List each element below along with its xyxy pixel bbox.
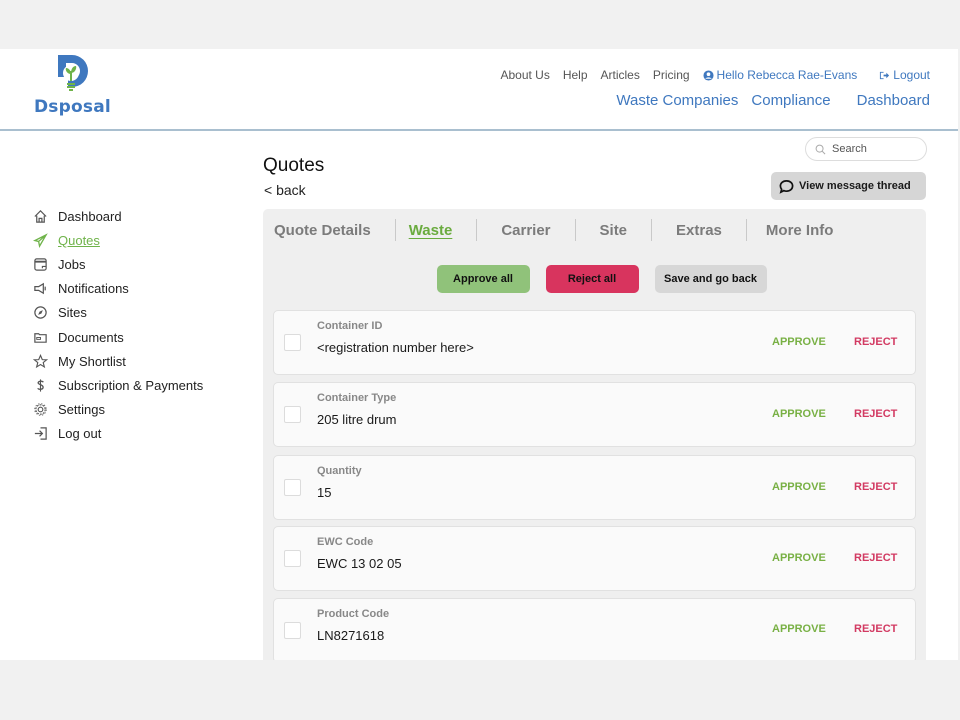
tab-divider — [394, 219, 396, 241]
gear-icon — [32, 402, 48, 418]
folder-icon — [32, 329, 48, 345]
quote-panel: Quote Details Waste Carrier Site Extras … — [263, 209, 926, 660]
field-row-container-id: Container ID <registration number here> … — [273, 310, 916, 375]
user-circle-icon — [703, 69, 714, 81]
approve-button[interactable]: APPROVE — [772, 623, 826, 635]
sidebar-item-quotes[interactable]: Quotes — [32, 228, 232, 252]
sidebar-item-notifications[interactable]: Notifications — [32, 277, 232, 301]
reject-button[interactable]: REJECT — [854, 552, 897, 564]
field-row-container-type: Container Type 205 litre drum APPROVE RE… — [273, 382, 916, 447]
user-menu[interactable]: Hello Rebecca Rae-Evans — [703, 68, 858, 82]
logo-bulb-icon — [58, 55, 88, 91]
field-label: Container Type — [317, 392, 397, 404]
link-articles[interactable]: Articles — [601, 68, 640, 82]
sidebar-item-settings[interactable]: Settings — [32, 398, 232, 422]
field-value: 15 — [317, 485, 332, 500]
reject-button[interactable]: REJECT — [854, 336, 897, 348]
logo-text: Dsposal — [34, 97, 111, 117]
nav-dashboard[interactable]: Dashboard — [857, 92, 930, 109]
page: Dsposal About Us Help Articles Pricing H… — [0, 49, 958, 660]
logout-arrow-icon — [880, 71, 890, 79]
field-value: <registration number here> — [317, 340, 474, 355]
star-icon — [32, 353, 48, 369]
paper-plane-icon — [32, 232, 48, 248]
reject-button[interactable]: REJECT — [854, 623, 897, 635]
approve-all-button[interactable]: Approve all — [436, 265, 530, 293]
sidebar: Dashboard Quotes Jobs Notifications Site… — [32, 204, 232, 446]
row-checkbox[interactable] — [284, 334, 301, 351]
sidebar-item-subscription-payments[interactable]: Subscription & Payments — [32, 373, 232, 397]
field-list: Container ID <registration number here> … — [273, 310, 916, 660]
link-about-us[interactable]: About Us — [500, 68, 549, 82]
link-help[interactable]: Help — [563, 68, 588, 82]
field-value: EWC 13 02 05 — [317, 556, 402, 571]
compass-icon — [32, 305, 48, 321]
sidebar-item-my-shortlist[interactable]: My Shortlist — [32, 349, 232, 373]
approve-button[interactable]: APPROVE — [772, 481, 826, 493]
megaphone-icon — [32, 281, 48, 297]
header-divider — [0, 129, 958, 131]
tab-divider — [745, 219, 747, 241]
row-checkbox[interactable] — [284, 479, 301, 496]
field-row-product-code: Product Code LN8271618 APPROVE REJECT — [273, 598, 916, 660]
back-link[interactable]: < back — [264, 182, 306, 198]
logout-label: Logout — [893, 68, 930, 82]
field-label: EWC Code — [317, 536, 374, 548]
logo[interactable]: Dsposal — [34, 55, 118, 117]
nav-compliance[interactable]: Compliance — [751, 92, 830, 109]
field-label: Quantity — [317, 465, 362, 477]
tab-divider — [574, 219, 576, 241]
tab-site[interactable]: Site — [589, 222, 628, 239]
search-box[interactable] — [805, 137, 927, 161]
sidebar-item-log-out[interactable]: Log out — [32, 422, 232, 446]
sidebar-item-dashboard[interactable]: Dashboard — [32, 204, 232, 228]
sidebar-item-documents[interactable]: Documents — [32, 325, 232, 349]
row-checkbox[interactable] — [284, 622, 301, 639]
tab-more-info[interactable]: More Info — [760, 222, 834, 239]
field-value: LN8271618 — [317, 628, 385, 643]
view-message-thread-button[interactable]: View message thread — [771, 172, 926, 200]
speech-bubble-icon — [779, 179, 794, 194]
logout-link[interactable]: Logout — [879, 68, 930, 82]
message-button-label: View message thread — [799, 180, 911, 192]
tab-carrier[interactable]: Carrier — [490, 222, 550, 239]
tab-bar: Quote Details Waste Carrier Site Extras … — [263, 218, 833, 242]
approve-button[interactable]: APPROVE — [772, 408, 826, 420]
page-title: Quotes — [263, 155, 325, 176]
tab-divider — [476, 219, 478, 241]
reject-button[interactable]: REJECT — [854, 408, 897, 420]
nav-waste-companies[interactable]: Waste Companies — [616, 92, 738, 109]
approve-button[interactable]: APPROVE — [772, 336, 826, 348]
tab-quote-details[interactable]: Quote Details — [263, 222, 371, 239]
reject-all-button[interactable]: Reject all — [545, 265, 639, 293]
home-icon — [32, 208, 48, 224]
header: Dsposal About Us Help Articles Pricing H… — [0, 49, 958, 131]
search-input[interactable] — [832, 143, 912, 155]
search-icon — [815, 144, 826, 154]
save-and-go-back-button[interactable]: Save and go back — [654, 265, 767, 293]
wallet-icon — [32, 256, 48, 272]
tab-divider — [651, 219, 653, 241]
main-nav: Waste Companies Compliance Dashboard — [603, 92, 930, 109]
dollar-icon — [32, 377, 48, 393]
sidebar-item-jobs[interactable]: Jobs — [32, 252, 232, 276]
row-checkbox[interactable] — [284, 550, 301, 567]
approve-button[interactable]: APPROVE — [772, 552, 826, 564]
tab-waste[interactable]: Waste — [409, 222, 453, 239]
field-label: Container ID — [317, 320, 383, 332]
sidebar-item-sites[interactable]: Sites — [32, 301, 232, 325]
row-checkbox[interactable] — [284, 406, 301, 423]
logout-icon — [32, 426, 48, 442]
link-pricing[interactable]: Pricing — [653, 68, 690, 82]
field-row-quantity: Quantity 15 APPROVE REJECT — [273, 455, 916, 520]
top-links: About Us Help Articles Pricing Hello Reb… — [487, 68, 930, 82]
reject-button[interactable]: REJECT — [854, 481, 897, 493]
user-greeting: Hello Rebecca Rae-Evans — [716, 68, 858, 82]
field-value: 205 litre drum — [317, 412, 397, 427]
bulk-actions: Approve all Reject all Save and go back — [263, 265, 926, 293]
field-row-ewc-code: EWC Code EWC 13 02 05 APPROVE REJECT — [273, 526, 916, 591]
tab-extras[interactable]: Extras — [665, 222, 722, 239]
field-label: Product Code — [317, 608, 390, 620]
